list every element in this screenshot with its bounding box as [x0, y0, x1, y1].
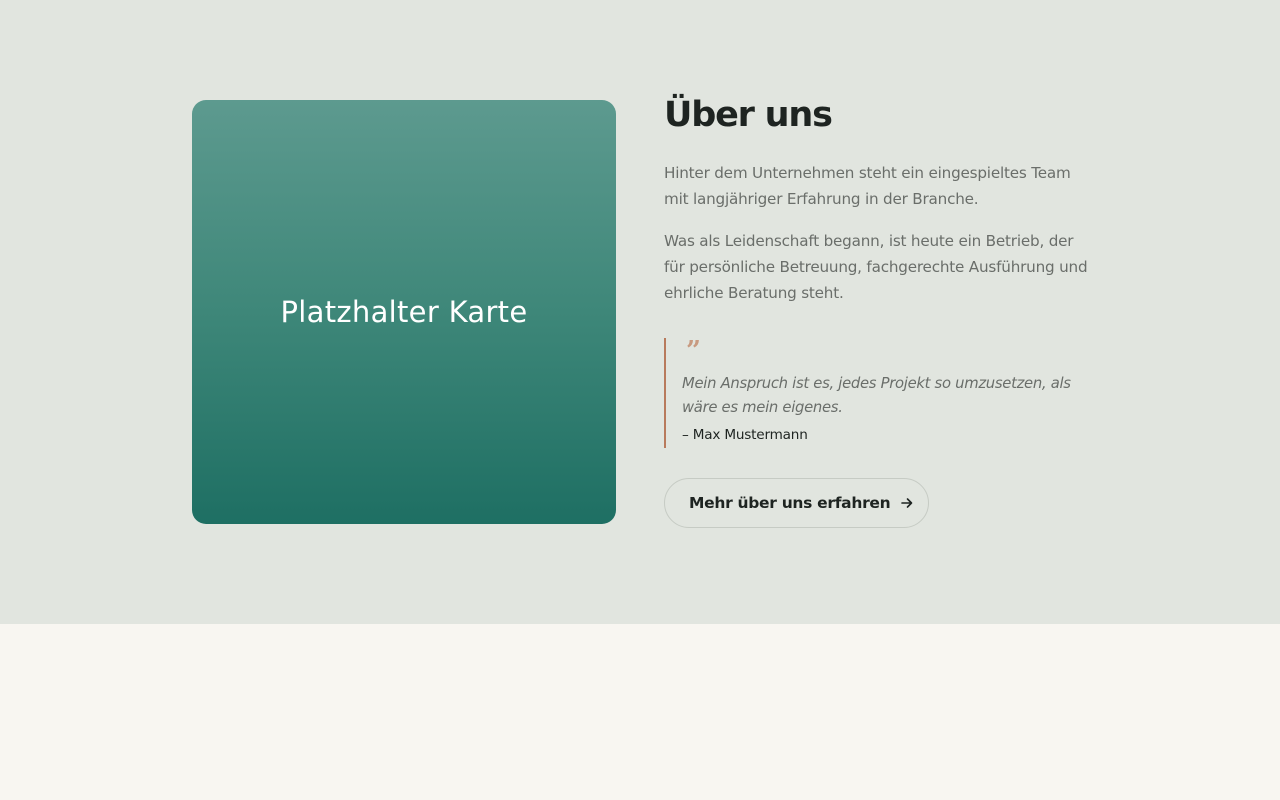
- quote-text: Mein Anspruch ist es, jedes Projekt so u…: [682, 375, 1071, 416]
- quote-mark-icon: ”: [686, 336, 701, 366]
- section-title: Über uns: [664, 95, 833, 135]
- about-section: Platzhalter Karte Über uns Hinter dem Un…: [0, 0, 1280, 624]
- intro-paragraph: Hinter dem Unternehmen steht ein eingesp…: [664, 164, 1071, 208]
- about-content: Über uns Hinter dem Unternehmen steht ei…: [664, 90, 1094, 448]
- image-placeholder-label: Platzhalter Karte: [280, 295, 528, 329]
- arrow-right-icon: [901, 498, 913, 508]
- history-paragraph: Was als Leidenschaft begann, ist heute e…: [664, 232, 1088, 302]
- next-section: [0, 624, 1280, 800]
- image-placeholder-card: Platzhalter Karte: [192, 100, 616, 524]
- more-about-us-button[interactable]: Mehr über uns erfahren: [664, 478, 929, 528]
- quote-author: – Max Mustermann: [682, 427, 808, 443]
- more-about-us-label: Mehr über uns erfahren: [689, 494, 891, 512]
- testimonial-quote: ” Mein Anspruch ist es, jedes Projekt so…: [664, 338, 1094, 448]
